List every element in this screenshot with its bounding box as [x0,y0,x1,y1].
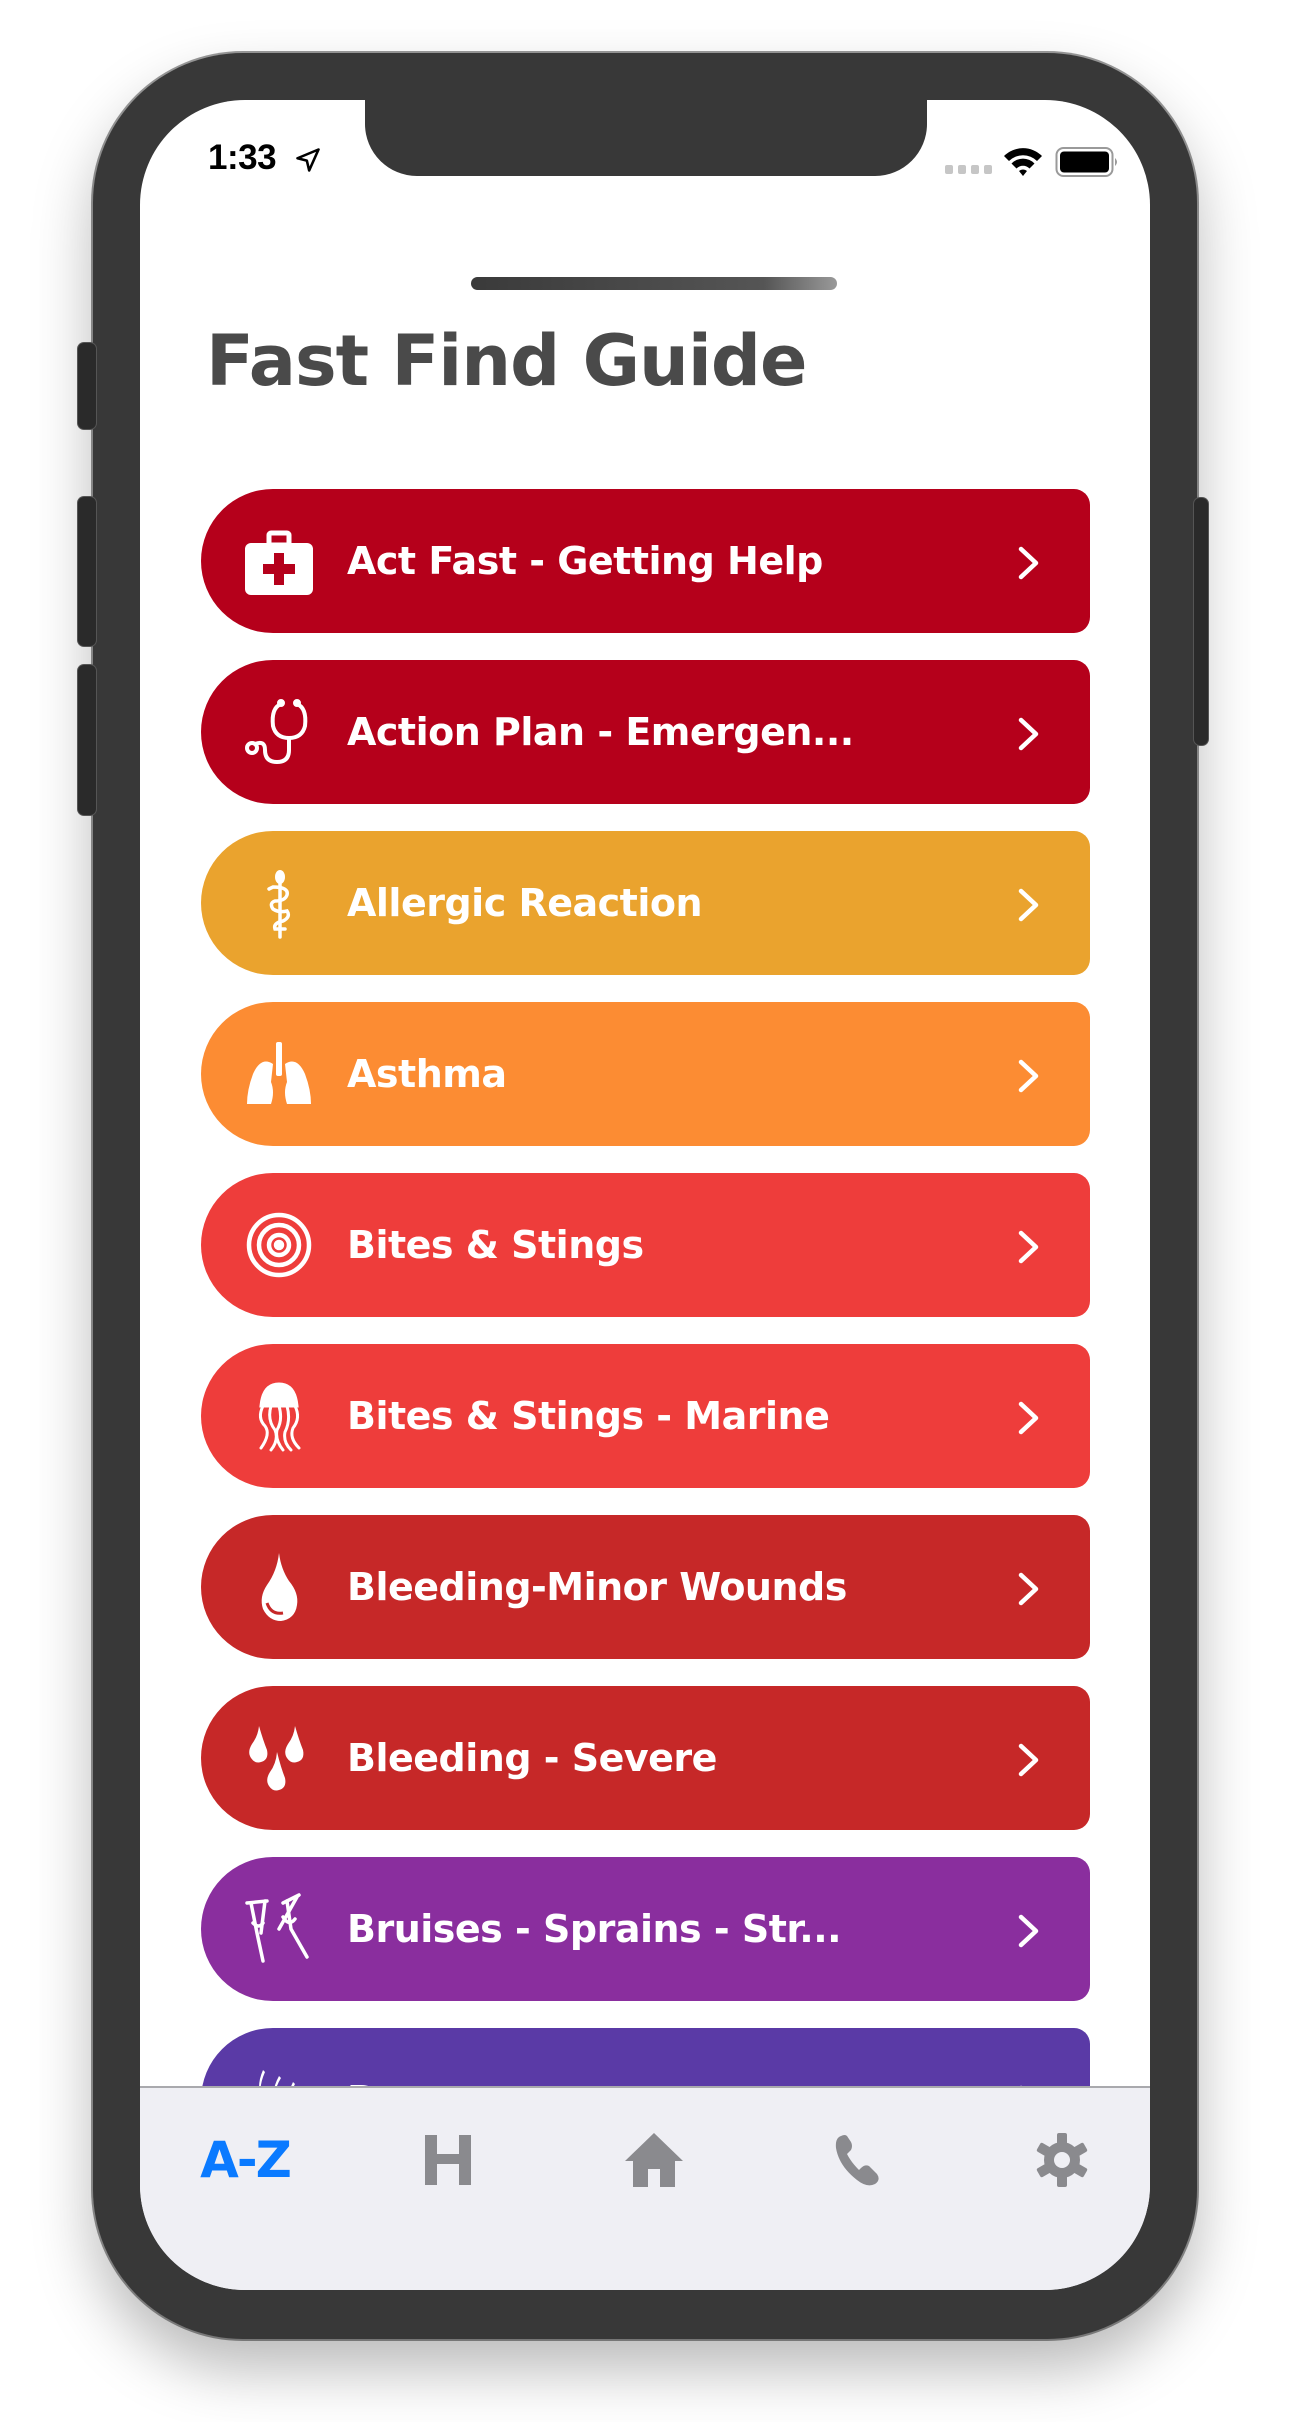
chevron-right-icon [1018,888,1039,922]
tab-call[interactable] [803,2110,913,2210]
list-item-bites-stings-marine[interactable]: Bites & Stings - Marine [201,1344,1090,1488]
wifi-icon [1004,148,1042,176]
tab-a-z[interactable]: A-Z [190,2110,300,2210]
hospital-h-icon [425,2135,471,2185]
gear-icon [1036,2133,1088,2187]
status-time: 1:33 [208,138,277,177]
chevron-right-icon [1018,1059,1039,1093]
list-item-asthma[interactable]: Asthma [201,1002,1090,1146]
volume-down-button [78,665,96,815]
blood-drop-icon [239,1551,319,1623]
list-item-label: Bites & Stings - Marine [347,1394,830,1438]
power-button [1194,498,1208,745]
page-title: Fast Find Guide [206,320,807,402]
a-z-icon: A-Z [200,2131,292,2189]
tab-settings[interactable] [1007,2110,1117,2210]
tab-home[interactable] [599,2110,709,2210]
jellyfish-icon [239,1380,319,1452]
list-item-label: Allergic Reaction [347,881,703,925]
blood-drops-icon [239,1722,319,1794]
screen: 1:33 Fast Find Guide Act Fast - Getting … [140,100,1150,2290]
list-item-allergic-reaction[interactable]: Allergic Reaction [201,831,1090,975]
lungs-icon [239,1038,319,1110]
first-aid-kit-icon [239,525,319,597]
cellular-signal-icon [945,165,992,174]
notch [365,100,927,176]
phone-icon [835,2135,879,2186]
list-item-label: Act Fast - Getting Help [347,539,823,583]
chevron-right-icon [1018,546,1039,580]
list-item-action-plan[interactable]: Action Plan - Emergen... [201,660,1090,804]
list-item-bleeding-severe[interactable]: Bleeding - Severe [201,1686,1090,1830]
crutches-icon [239,1893,319,1965]
battery-full-icon [1055,147,1117,177]
home-icon [625,2133,683,2187]
caduceus-icon [239,867,319,939]
list-item-label: Bites & Stings [347,1223,644,1267]
chevron-right-icon [1018,1743,1039,1777]
target-icon [239,1209,319,1281]
mute-switch [78,343,96,429]
list-item-label: Bleeding-Minor Wounds [347,1565,847,1609]
list-item-label: Bruises - Sprains - Str... [347,1907,842,1951]
chevron-right-icon [1018,1572,1039,1606]
list-item-label: Bleeding - Severe [347,1736,717,1780]
chevron-right-icon [1018,717,1039,751]
list-item-act-fast[interactable]: Act Fast - Getting Help [201,489,1090,633]
list-item-bleeding-minor[interactable]: Bleeding-Minor Wounds [201,1515,1090,1659]
home-indicator[interactable] [471,277,837,290]
volume-up-button [78,497,96,646]
chevron-right-icon [1018,1230,1039,1264]
chevron-right-icon [1018,1401,1039,1435]
stethoscope-icon [239,696,319,768]
chevron-right-icon [1018,1914,1039,1948]
tab-bar: A-Z [140,2086,1150,2290]
list-item-label: Action Plan - Emergen... [347,710,854,754]
list-item-label: Asthma [347,1052,507,1096]
location-arrow-icon [296,148,320,172]
list-item-bites-stings[interactable]: Bites & Stings [201,1173,1090,1317]
tab-hospital[interactable] [393,2110,503,2210]
list-item-bruises-sprains[interactable]: Bruises - Sprains - Str... [201,1857,1090,2001]
